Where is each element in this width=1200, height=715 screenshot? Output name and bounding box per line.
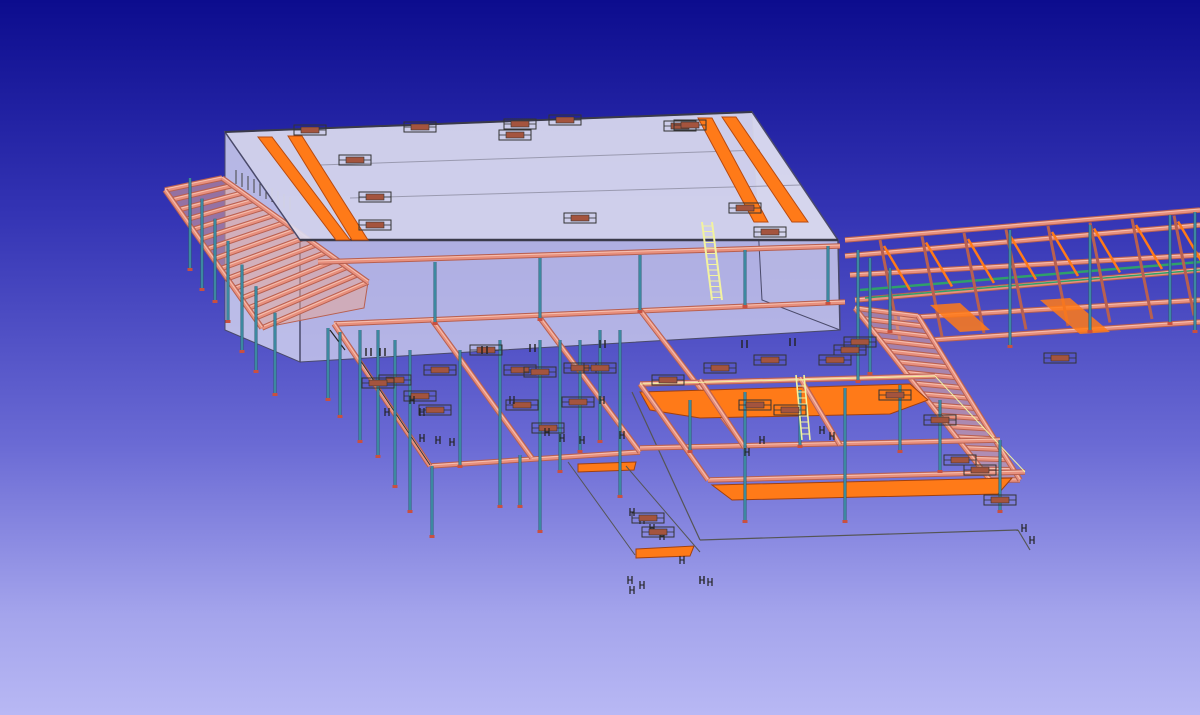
roof-connection-plate xyxy=(555,116,575,124)
column-base-plate xyxy=(375,455,381,458)
connection-plate xyxy=(476,346,496,354)
column-base-plate xyxy=(325,398,331,401)
connection-plate xyxy=(885,391,905,399)
roof-connection-plate xyxy=(510,120,530,128)
column-base-plate xyxy=(239,350,245,353)
column-base-plate xyxy=(637,310,643,313)
column-base-plate xyxy=(1007,345,1013,348)
connection-plate xyxy=(850,338,870,346)
column-base-plate xyxy=(577,450,583,453)
column-base-plate xyxy=(187,268,193,271)
roof-connection-plate xyxy=(505,131,525,139)
column-base-plate xyxy=(797,445,803,448)
connection-plate xyxy=(590,364,610,372)
column-base-plate xyxy=(937,470,943,473)
connection-plate xyxy=(760,356,780,364)
column-base-plate xyxy=(825,302,831,305)
pipe-rack-beam xyxy=(844,208,1200,240)
connection-plate xyxy=(425,406,445,414)
connection-plate xyxy=(430,366,450,374)
connection-plate xyxy=(930,416,950,424)
column-base-plate xyxy=(407,510,413,513)
pipe-rack-beam xyxy=(844,208,1200,242)
platform-beam xyxy=(639,438,1001,450)
roof-connection-plate xyxy=(365,193,385,201)
connection-plate xyxy=(745,401,765,409)
roof-connection-plate xyxy=(345,156,365,164)
column-base-plate xyxy=(742,520,748,523)
connection-plate xyxy=(512,401,532,409)
roof-slab xyxy=(223,111,840,242)
connection-plate xyxy=(1050,354,1070,362)
column-base-plate xyxy=(855,380,861,383)
column-base-plate xyxy=(225,320,231,323)
column-base-plate xyxy=(842,520,848,523)
3d-model-viewport[interactable] xyxy=(0,0,1200,715)
connection-plate xyxy=(780,406,800,414)
column-base-plate xyxy=(337,415,343,418)
column-base-plate xyxy=(517,505,523,508)
dock-connection-plate xyxy=(638,514,658,522)
connection-plate xyxy=(530,368,550,376)
column-base-plate xyxy=(272,393,278,396)
connection-plate xyxy=(990,496,1010,504)
connection-plate xyxy=(368,379,388,387)
structural-model-scene[interactable] xyxy=(0,0,1200,715)
column-base-plate xyxy=(497,505,503,508)
connection-plate xyxy=(710,364,730,372)
connection-plate xyxy=(825,356,845,364)
connection-plate xyxy=(970,466,990,474)
roof-connection-plate xyxy=(760,228,780,236)
dock-connection-plate xyxy=(648,528,668,536)
connection-plate xyxy=(658,376,678,384)
column-base-plate xyxy=(1087,330,1093,333)
column-base-plate xyxy=(537,530,543,533)
roof-connection-plate xyxy=(365,221,385,229)
column-base-plate xyxy=(617,495,623,498)
column-base-plate xyxy=(997,510,1003,513)
column-base-plate xyxy=(1192,330,1198,333)
roof-connection-plate xyxy=(680,121,700,129)
connection-plate xyxy=(538,424,558,432)
column-base-plate xyxy=(432,322,438,325)
connection-plate xyxy=(950,456,970,464)
connection-plate xyxy=(840,346,860,354)
pipe-rack-beam xyxy=(849,253,1200,275)
column-base-plate xyxy=(199,288,205,291)
column-base-plate xyxy=(212,300,218,303)
dock-edge-line xyxy=(567,461,636,556)
column-base-plate xyxy=(887,330,893,333)
column-base-plate xyxy=(742,305,748,308)
column-base-plate xyxy=(253,370,259,373)
dock-edge-line xyxy=(625,465,701,553)
roof-connection-plate xyxy=(570,214,590,222)
connection-plate xyxy=(568,398,588,406)
column-base-plate xyxy=(429,535,435,538)
column-base-plate xyxy=(357,440,363,443)
dock-plate xyxy=(635,545,695,559)
roof-connection-plate xyxy=(410,123,430,131)
pipe-rack-beam xyxy=(844,223,1200,256)
column-base-plate xyxy=(687,450,693,453)
platform-edge-line xyxy=(1017,529,1031,551)
column-base-plate xyxy=(597,440,603,443)
column-base-plate xyxy=(1167,322,1173,325)
roof-connection-plate xyxy=(735,204,755,212)
loading-dock xyxy=(567,461,705,584)
column-base-plate xyxy=(867,372,873,375)
pipe-rack-beam xyxy=(844,223,1200,258)
platform-edge-line xyxy=(699,529,1019,541)
column-base-plate xyxy=(537,318,543,321)
column-base-plate xyxy=(557,470,563,473)
column-base-plate xyxy=(897,450,903,453)
column-base-plate xyxy=(457,465,463,468)
roof-connection-plate xyxy=(300,126,320,134)
column-base-plate xyxy=(392,485,398,488)
